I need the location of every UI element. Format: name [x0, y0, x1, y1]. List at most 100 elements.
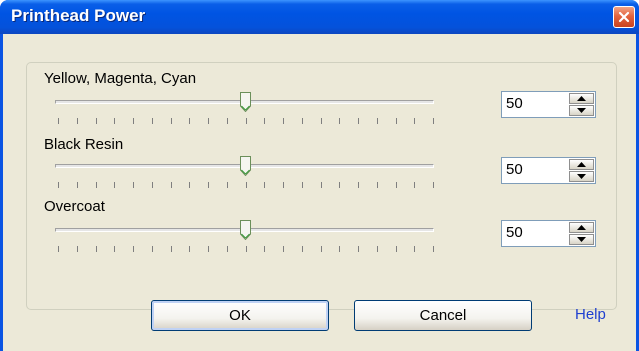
slider-thumb-icon: [240, 220, 251, 241]
slider-label-black-resin: Black Resin: [44, 136, 124, 153]
slider-tick: [133, 182, 134, 188]
slider-tick: [58, 182, 59, 188]
slider-tick: [396, 118, 397, 124]
spin-box-black-resin[interactable]: 50: [501, 157, 596, 184]
close-button[interactable]: [613, 6, 635, 28]
slider-thumb-ymc[interactable]: [240, 92, 251, 113]
slider-tick: [152, 182, 153, 188]
dialog-client-area: Yellow, Magenta, Cyan 50 Black Resin 50 …: [3, 34, 636, 351]
slider-tick: [246, 182, 247, 188]
arrow-up-icon: [577, 162, 586, 167]
spin-value-black-resin[interactable]: 50: [506, 161, 523, 178]
slider-tick: [358, 246, 359, 252]
slider-tick: [414, 182, 415, 188]
arrow-down-icon: [577, 237, 586, 242]
slider-tick: [58, 246, 59, 252]
slider-tick: [246, 246, 247, 252]
slider-thumb-icon: [240, 92, 251, 113]
slider-tick: [283, 118, 284, 124]
slider-tick: [396, 246, 397, 252]
slider-tick: [114, 118, 115, 124]
spin-value-overcoat[interactable]: 50: [506, 224, 523, 241]
arrow-down-icon: [577, 174, 586, 179]
slider-tick: [377, 182, 378, 188]
slider-tick: [77, 246, 78, 252]
slider-tick: [58, 118, 59, 124]
slider-tick: [321, 182, 322, 188]
slider-tick: [433, 246, 434, 252]
spin-up-button-overcoat[interactable]: [569, 222, 594, 233]
slider-label-overcoat: Overcoat: [44, 198, 105, 215]
slider-tick: [414, 118, 415, 124]
slider-tick: [114, 246, 115, 252]
spin-box-overcoat[interactable]: 50: [501, 220, 596, 247]
close-icon: [618, 11, 630, 23]
slider-tick: [133, 118, 134, 124]
slider-tick: [246, 118, 247, 124]
ok-button[interactable]: OK: [151, 300, 329, 331]
slider-tick: [264, 246, 265, 252]
slider-tick: [77, 182, 78, 188]
slider-tick: [283, 246, 284, 252]
slider-tick: [358, 118, 359, 124]
slider-tick: [227, 246, 228, 252]
arrow-down-icon: [577, 108, 586, 113]
slider-tick: [396, 182, 397, 188]
slider-tick: [227, 118, 228, 124]
slider-tick: [433, 118, 434, 124]
arrow-up-icon: [577, 96, 586, 101]
slider-tick: [114, 182, 115, 188]
slider-thumb-black-resin[interactable]: [240, 156, 251, 177]
slider-tick: [302, 118, 303, 124]
slider-tick: [321, 246, 322, 252]
slider-tick: [77, 118, 78, 124]
slider-tick: [321, 118, 322, 124]
slider-ticks-black-resin: [58, 182, 434, 188]
spin-down-button-black-resin[interactable]: [569, 171, 594, 182]
spin-down-button-overcoat[interactable]: [569, 234, 594, 245]
slider-tick: [377, 246, 378, 252]
slider-tick: [96, 246, 97, 252]
slider-tick: [171, 246, 172, 252]
slider-tick: [208, 118, 209, 124]
help-link[interactable]: Help: [575, 306, 606, 323]
spin-up-button-black-resin[interactable]: [569, 159, 594, 170]
slider-tick: [339, 182, 340, 188]
cancel-button[interactable]: Cancel: [354, 300, 532, 331]
slider-tick: [189, 246, 190, 252]
dialog-window: Printhead Power Yellow, Magenta, Cyan 50: [0, 0, 639, 351]
slider-tick: [171, 118, 172, 124]
slider-tick: [264, 118, 265, 124]
slider-thumb-icon: [240, 156, 251, 177]
slider-tick: [152, 118, 153, 124]
slider-tick: [96, 182, 97, 188]
title-bar[interactable]: Printhead Power: [0, 0, 639, 34]
window-title: Printhead Power: [11, 6, 146, 25]
slider-tick: [358, 182, 359, 188]
spin-buttons-black-resin: [569, 159, 594, 182]
slider-tick: [208, 246, 209, 252]
spin-buttons-overcoat: [569, 222, 594, 245]
slider-tick: [96, 118, 97, 124]
spin-up-button-ymc[interactable]: [569, 93, 594, 104]
slider-tick: [339, 246, 340, 252]
spin-buttons-ymc: [569, 93, 594, 116]
slider-tick: [377, 118, 378, 124]
arrow-up-icon: [577, 225, 586, 230]
slider-tick: [189, 182, 190, 188]
spin-value-ymc[interactable]: 50: [506, 95, 523, 112]
slider-tick: [302, 246, 303, 252]
spin-down-button-ymc[interactable]: [569, 105, 594, 116]
slider-ticks-overcoat: [58, 246, 434, 252]
slider-tick: [227, 182, 228, 188]
slider-tick: [133, 246, 134, 252]
slider-tick: [264, 182, 265, 188]
slider-tick: [208, 182, 209, 188]
slider-tick: [302, 182, 303, 188]
slider-tick: [433, 182, 434, 188]
slider-label-ymc: Yellow, Magenta, Cyan: [44, 70, 197, 87]
spin-box-ymc[interactable]: 50: [501, 91, 596, 118]
slider-tick: [414, 246, 415, 252]
slider-ticks-ymc: [58, 118, 434, 124]
slider-thumb-overcoat[interactable]: [240, 220, 251, 241]
